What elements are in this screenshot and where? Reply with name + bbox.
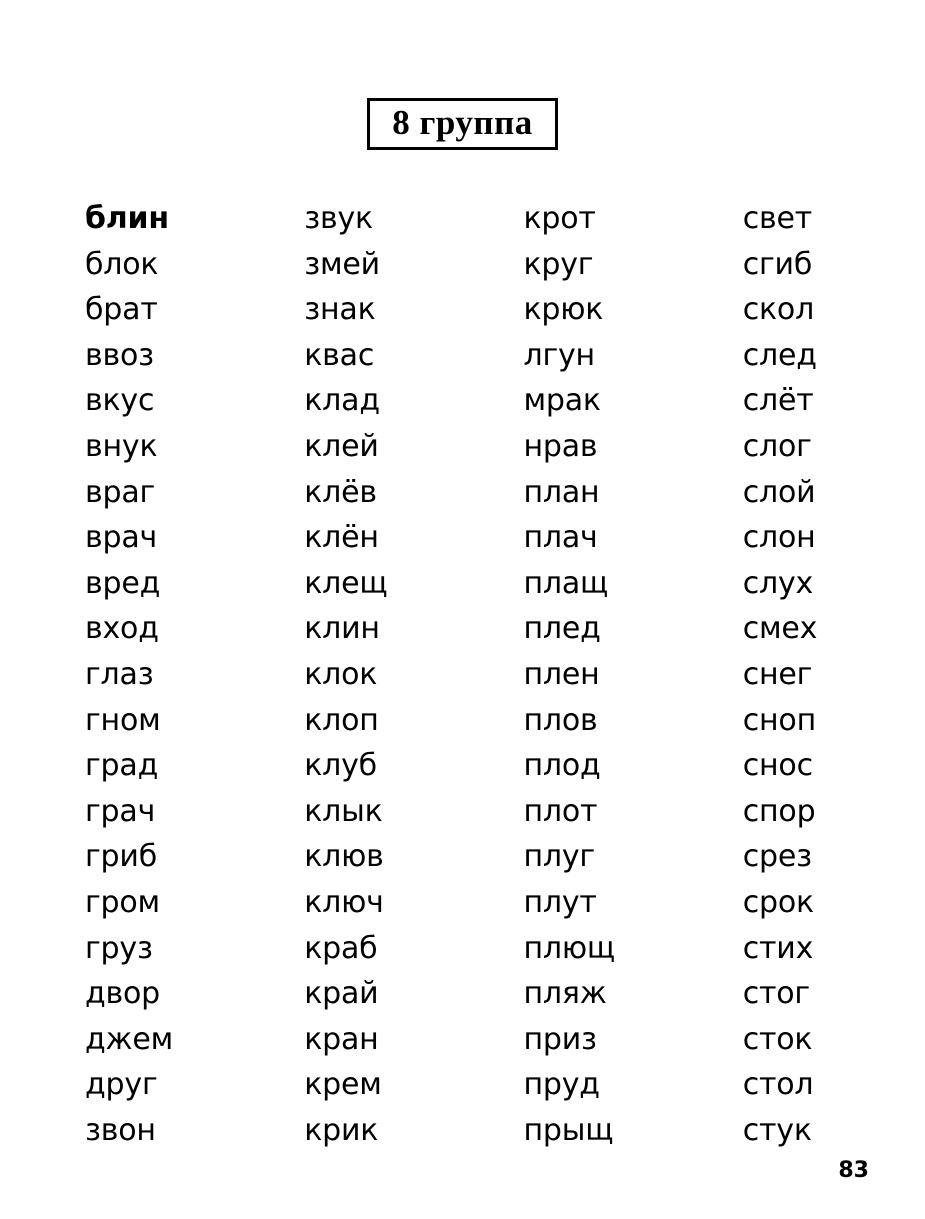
- column-3: крот круг крюк лгун мрак нрав план плач плащ плед…: [523, 196, 742, 1153]
- word-item: звук: [304, 201, 373, 236]
- word-item: клёв: [304, 474, 377, 510]
- word-item: вход: [85, 611, 159, 647]
- word-item: блин: [85, 201, 169, 236]
- word-columns: блин блок брат ввоз вкус внук враг врач вред вход…: [85, 196, 875, 1153]
- word-item: пруд: [523, 1067, 600, 1103]
- word-item: приз: [523, 1021, 597, 1057]
- word-item: плющ: [523, 930, 615, 966]
- word-item: плуг: [523, 839, 595, 875]
- word-item: змей: [304, 246, 380, 282]
- word-item: вред: [85, 565, 161, 601]
- word-item: плен: [523, 656, 600, 692]
- word-item: срез: [742, 839, 812, 875]
- word-item: снос: [742, 748, 813, 784]
- word-item: плод: [523, 748, 601, 784]
- word-item: друг: [85, 1067, 158, 1103]
- word-item: краб: [304, 930, 378, 966]
- word-item: плот: [523, 793, 598, 829]
- word-item: внук: [85, 428, 158, 464]
- word-item: клещ: [304, 565, 388, 601]
- word-item: плут: [523, 884, 597, 920]
- word-item: брат: [85, 292, 158, 328]
- word-item: стих: [742, 930, 814, 966]
- word-item: след: [742, 337, 817, 373]
- word-item: стук: [742, 1112, 812, 1148]
- title-box: 8 группа: [367, 98, 558, 150]
- word-item: слух: [742, 565, 814, 601]
- word-item: сток: [742, 1021, 813, 1057]
- word-item: слой: [742, 474, 816, 510]
- word-item: блок: [85, 246, 159, 282]
- word-item: смех: [742, 611, 818, 647]
- word-item: грач: [85, 793, 156, 829]
- word-item: кран: [304, 1021, 379, 1057]
- word-item: сноп: [742, 702, 816, 738]
- word-item: снег: [742, 656, 813, 692]
- word-item: скол: [742, 292, 815, 328]
- word-item: стол: [742, 1067, 814, 1103]
- word-item: слёт: [742, 383, 814, 419]
- word-item: плач: [523, 520, 598, 556]
- word-item: крюк: [523, 292, 604, 328]
- word-item: гном: [85, 702, 161, 738]
- page-number: 83: [838, 1158, 869, 1183]
- word-item: сгиб: [742, 246, 813, 282]
- word-item: слог: [742, 428, 812, 464]
- word-item: глаз: [85, 656, 154, 692]
- word-item: гриб: [85, 839, 158, 875]
- word-item: плащ: [523, 565, 609, 601]
- word-item: двор: [85, 976, 161, 1012]
- column-2: звук змей знак квас клад клей клёв клён клещ клин…: [304, 196, 523, 1153]
- word-item: мрак: [523, 383, 601, 419]
- word-item: знак: [304, 292, 376, 328]
- word-item: нрав: [523, 428, 598, 464]
- word-item: крем: [304, 1067, 382, 1103]
- word-item: клуб: [304, 748, 377, 784]
- column-4: свет сгиб скол след слёт слог слой слон слух смех…: [743, 196, 875, 1153]
- word-item: плов: [523, 702, 598, 738]
- word-item: клюв: [304, 839, 384, 875]
- word-item: круг: [523, 246, 594, 282]
- column-1: блин блок брат ввоз вкус внук враг врач вред вход…: [85, 196, 304, 1153]
- word-item: ключ: [304, 884, 384, 920]
- word-item: свет: [742, 201, 813, 236]
- word-item: звон: [85, 1112, 156, 1148]
- document-page: 8 группа блин блок брат ввоз вкус внук враг вра…: [0, 0, 925, 1219]
- word-item: квас: [304, 337, 375, 373]
- word-item: лгун: [523, 337, 595, 373]
- word-item: прыщ: [523, 1112, 614, 1148]
- word-item: клён: [304, 520, 379, 556]
- word-item: клин: [304, 611, 380, 647]
- word-item: слон: [742, 520, 816, 556]
- word-item: ввоз: [85, 337, 154, 373]
- word-item: клык: [304, 793, 383, 829]
- word-item: крик: [304, 1112, 379, 1148]
- word-item: джем: [85, 1021, 174, 1057]
- word-item: план: [523, 474, 600, 510]
- word-item: вкус: [85, 383, 155, 419]
- page-title: 8 группа: [392, 103, 533, 142]
- word-item: стог: [742, 976, 810, 1012]
- word-item: груз: [85, 930, 153, 966]
- word-item: плед: [523, 611, 601, 647]
- word-item: клоп: [304, 702, 379, 738]
- word-item: спор: [742, 793, 816, 829]
- word-item: клей: [304, 428, 379, 464]
- word-item: враг: [85, 474, 156, 510]
- word-item: град: [85, 748, 159, 784]
- word-item: клад: [304, 383, 380, 419]
- word-item: крот: [523, 201, 596, 236]
- page-title-area: 8 группа: [0, 98, 925, 150]
- word-item: край: [304, 976, 379, 1012]
- word-item: клок: [304, 656, 378, 692]
- word-item: гром: [85, 884, 160, 920]
- word-item: срок: [742, 884, 814, 920]
- word-item: врач: [85, 520, 158, 556]
- word-item: пляж: [523, 976, 607, 1012]
